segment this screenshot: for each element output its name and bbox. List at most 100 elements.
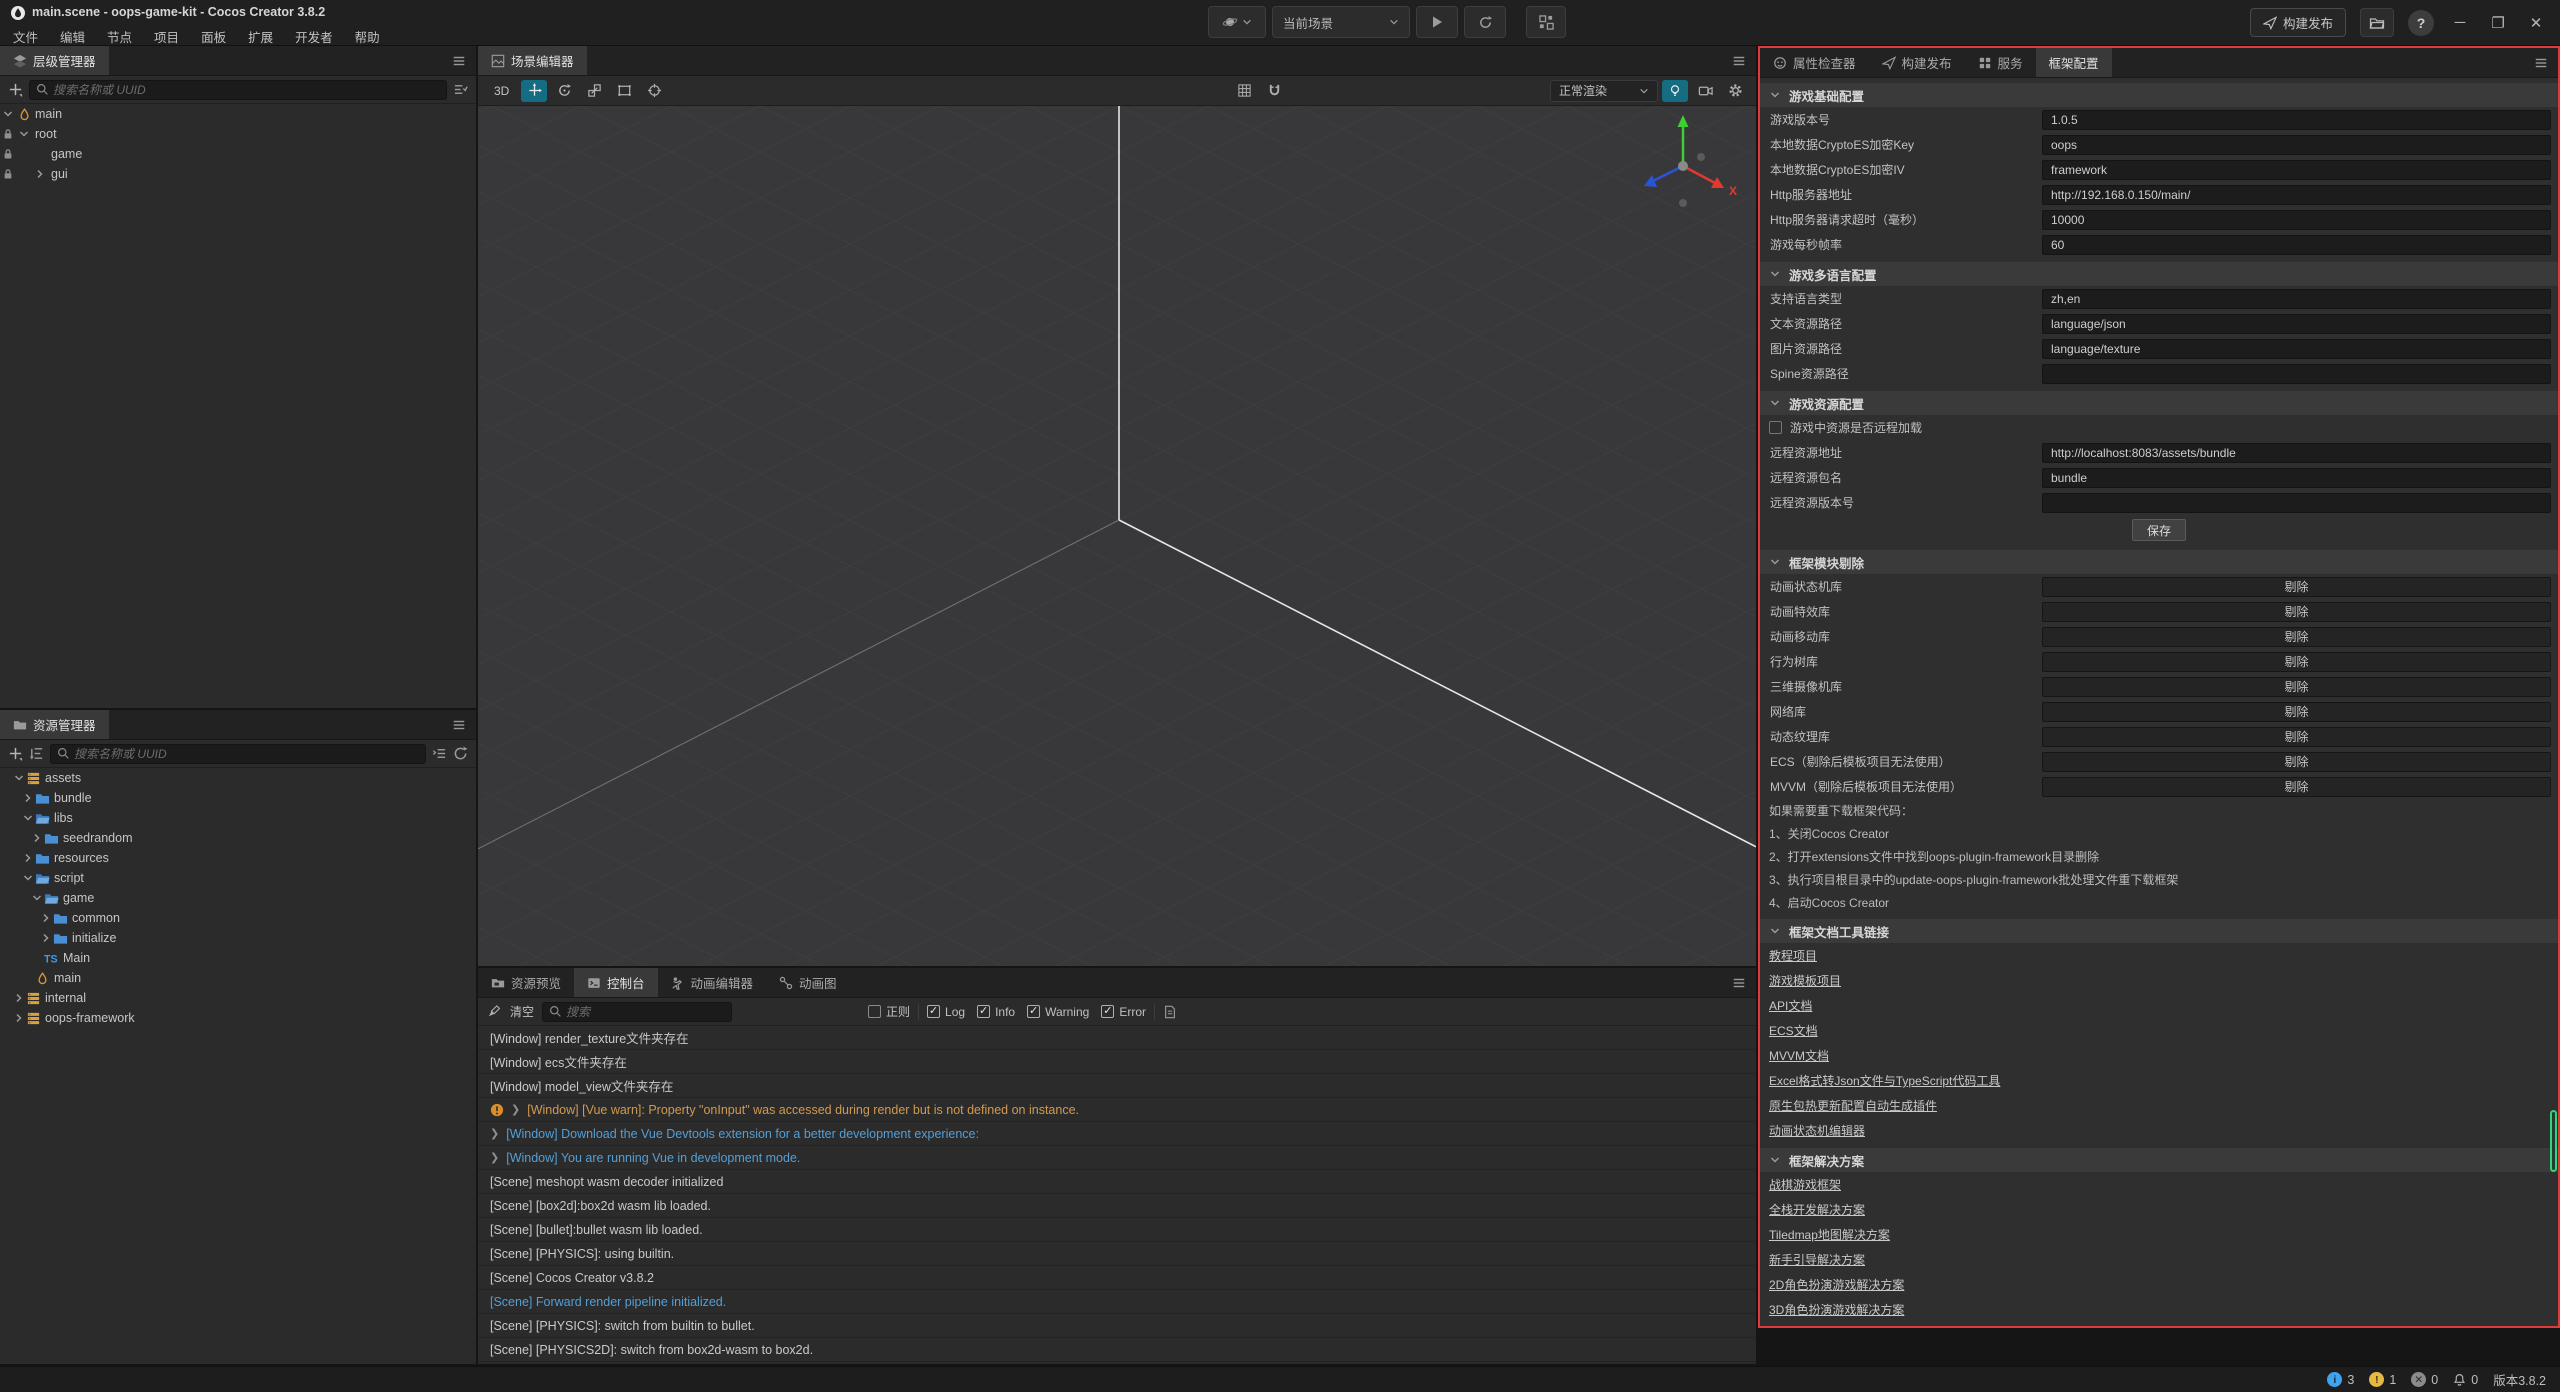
menu-item-6[interactable]: 开发者 [284, 25, 344, 48]
field-input[interactable] [2042, 289, 2551, 309]
chevron-right-icon[interactable] [32, 168, 48, 180]
chevron-down-icon[interactable] [16, 128, 32, 140]
hierarchy-search-input[interactable] [53, 83, 440, 97]
remove-module-button[interactable]: 剔除 [2042, 577, 2551, 597]
hierarchy-node-main[interactable]: main [0, 104, 476, 124]
asset-node-bundle[interactable]: bundle [0, 788, 476, 808]
clear-console-button[interactable]: 清空 [510, 1003, 534, 1020]
log-file-icon[interactable] [1163, 1005, 1177, 1019]
field-input[interactable] [2042, 135, 2551, 155]
doc-link[interactable]: 游戏模板项目 [1769, 972, 1841, 989]
tab-控制台[interactable]: 控制台 [574, 968, 658, 997]
section-header[interactable]: 游戏资源配置 [1760, 391, 2558, 415]
build-publish-button[interactable]: 构建发布 [2250, 8, 2346, 37]
doc-link[interactable]: 战棋游戏框架 [1769, 1176, 1841, 1193]
menu-item-4[interactable]: 面板 [190, 25, 237, 48]
field-input[interactable] [2042, 314, 2551, 334]
hierarchy-filter-icon[interactable] [453, 82, 468, 97]
console-search[interactable] [542, 1002, 732, 1022]
chevron-down-icon[interactable] [21, 872, 34, 884]
filter-Warning-checkbox[interactable]: ✓Warning [1027, 1005, 1089, 1019]
asset-node-seedrandom[interactable]: seedrandom [0, 828, 476, 848]
create-node-button[interactable] [8, 82, 23, 97]
help-button[interactable]: ? [2408, 10, 2434, 36]
doc-link[interactable]: 全栈开发解决方案 [1769, 1201, 1865, 1218]
layout-button[interactable] [1526, 6, 1566, 38]
tab-属性检查器[interactable]: 属性检查器 [1760, 48, 1869, 77]
section-header[interactable]: 游戏多语言配置 [1760, 262, 2558, 286]
chevron-down-icon[interactable] [0, 108, 16, 120]
remove-module-button[interactable]: 剔除 [2042, 727, 2551, 747]
expand-log-icon[interactable]: ❯ [490, 1151, 499, 1164]
status-counter[interactable]: 0 [2453, 1373, 2478, 1387]
doc-link[interactable]: 动画状态机编辑器 [1769, 1122, 1865, 1139]
remove-module-button[interactable]: 剔除 [2042, 677, 2551, 697]
filter-Log-checkbox[interactable]: ✓Log [927, 1005, 965, 1019]
tab-服务[interactable]: 服务 [1965, 48, 2036, 77]
render-mode-select[interactable]: 正常渲染 [1550, 80, 1658, 102]
console-log-row[interactable]: [Scene] Forward render pipeline initiali… [478, 1290, 1756, 1314]
menu-item-2[interactable]: 节点 [96, 25, 143, 48]
clear-console-icon[interactable] [488, 1005, 502, 1019]
pivot-toggle-button[interactable] [641, 80, 667, 102]
asset-node-game[interactable]: game [0, 888, 476, 908]
section-header[interactable]: 框架文档工具链接 [1760, 919, 2558, 943]
chevron-down-icon[interactable] [21, 812, 34, 824]
asset-node-oops-framework[interactable]: oops-framework [0, 1008, 476, 1028]
console-log-row[interactable]: [Scene] [PHYSICS2D]: switch from box2d-w… [478, 1338, 1756, 1362]
console-log-row[interactable]: ❯[Window] You are running Vue in develop… [478, 1146, 1756, 1170]
console-log-row[interactable]: [Window] ecs文件夹存在 [478, 1050, 1756, 1074]
status-counter[interactable]: ✕0 [2411, 1372, 2438, 1387]
field-input[interactable] [2042, 364, 2551, 384]
menu-item-1[interactable]: 编辑 [49, 25, 96, 48]
tab-框架配置[interactable]: 框架配置 [2036, 48, 2112, 77]
grid-snap-button[interactable] [1231, 80, 1257, 102]
projection-toggle[interactable]: 3D [486, 84, 517, 98]
hierarchy-node-game[interactable]: game [0, 144, 476, 164]
chevron-right-icon[interactable] [30, 832, 43, 844]
remove-module-button[interactable]: 剔除 [2042, 602, 2551, 622]
doc-link[interactable]: Tiledmap地图解决方案 [1769, 1226, 1890, 1243]
create-asset-button[interactable] [8, 746, 23, 761]
expand-log-icon[interactable]: ❯ [490, 1127, 499, 1140]
remove-module-button[interactable]: 剔除 [2042, 752, 2551, 772]
minimize-button[interactable]: ─ [2448, 14, 2472, 31]
doc-link[interactable]: ECS文档 [1769, 1022, 1818, 1039]
console-log-row[interactable]: [Window] render_texture文件夹存在 [478, 1026, 1756, 1050]
chevron-right-icon[interactable] [21, 792, 34, 804]
doc-link[interactable]: 新手引导解决方案 [1769, 1251, 1865, 1268]
field-input[interactable] [2042, 468, 2551, 488]
console-log-row[interactable]: [Window] model_view文件夹存在 [478, 1074, 1756, 1098]
maximize-button[interactable]: ❐ [2486, 14, 2510, 32]
move-tool-button[interactable] [521, 80, 547, 102]
field-input[interactable] [2042, 160, 2551, 180]
menu-item-3[interactable]: 项目 [143, 25, 190, 48]
asset-node-resources[interactable]: resources [0, 848, 476, 868]
collapse-all-icon[interactable] [432, 746, 447, 761]
doc-link[interactable]: 原生包热更新配置自动生成插件 [1769, 1097, 1937, 1114]
doc-link[interactable]: API文档 [1769, 997, 1812, 1014]
console-log-row[interactable]: [Scene] [PHYSICS]: switch from builtin t… [478, 1314, 1756, 1338]
tab-动画编辑器[interactable]: 动画编辑器 [658, 968, 767, 997]
field-input[interactable] [2042, 493, 2551, 513]
tab-动画图[interactable]: 动画图 [766, 968, 850, 997]
lighting-toggle-button[interactable] [1662, 80, 1688, 102]
doc-link[interactable]: 2D角色扮演游戏解决方案 [1769, 1276, 1904, 1293]
doc-link[interactable]: 3D角色扮演游戏解决方案 [1769, 1301, 1904, 1318]
chevron-right-icon[interactable] [39, 912, 52, 924]
scene-viewport[interactable]: X [478, 106, 1756, 966]
remove-module-button[interactable]: 剔除 [2042, 702, 2551, 722]
panel-menu-icon[interactable] [1732, 54, 1746, 68]
tab-构建发布[interactable]: 构建发布 [1869, 48, 1965, 77]
asset-node-libs[interactable]: libs [0, 808, 476, 828]
open-project-folder-button[interactable] [2360, 8, 2394, 37]
chevron-down-icon[interactable] [30, 892, 43, 904]
menu-item-0[interactable]: 文件 [2, 25, 49, 48]
panel-menu-icon[interactable] [2534, 56, 2548, 70]
field-input[interactable] [2042, 210, 2551, 230]
console-log-row[interactable]: [Scene] [box2d]:box2d wasm lib loaded. [478, 1194, 1756, 1218]
doc-link[interactable]: 教程项目 [1769, 947, 1817, 964]
console-log-row[interactable]: [Scene] [bullet]:bullet wasm lib loaded. [478, 1218, 1756, 1242]
save-button[interactable]: 保存 [2132, 519, 2186, 541]
chevron-right-icon[interactable] [12, 992, 25, 1004]
